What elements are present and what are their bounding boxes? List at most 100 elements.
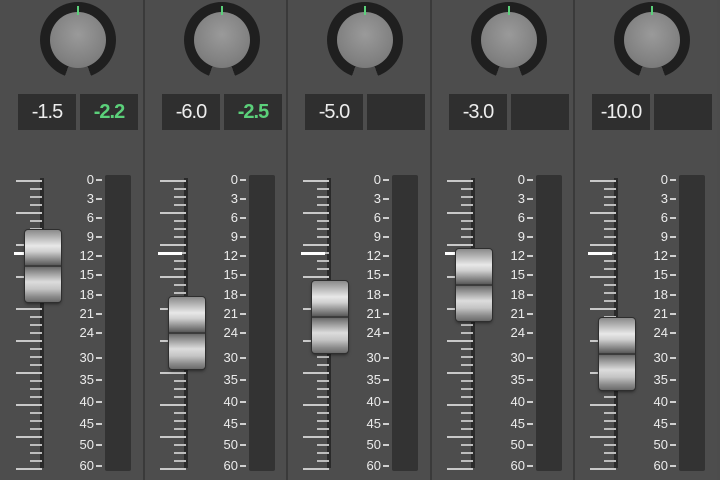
- fader-scale-tick: [174, 292, 186, 294]
- fader-scale-tick: [174, 452, 186, 454]
- fader-scale-tick: [303, 212, 329, 214]
- volume-readout[interactable]: -6.0: [162, 94, 220, 130]
- scale-dash: [240, 198, 246, 200]
- fader-scale-tick: [174, 188, 186, 190]
- scale-label: 30: [68, 351, 94, 365]
- scale-dash: [96, 179, 102, 181]
- scale-label-text: 30: [510, 350, 525, 365]
- pan-knob-icon[interactable]: [327, 2, 403, 78]
- knob-indicator: [508, 6, 510, 15]
- scale-dash: [240, 255, 246, 257]
- scale-label: 9: [355, 230, 381, 244]
- scale-label-text: 50: [223, 437, 238, 452]
- scale-label: 24: [499, 326, 525, 340]
- scale-dash: [383, 198, 389, 200]
- scale-dash: [96, 357, 102, 359]
- pan-knob-icon[interactable]: [184, 2, 260, 78]
- scale-label: 21: [642, 307, 668, 321]
- fader-scale-tick: [160, 372, 186, 374]
- scale-dash: [670, 274, 676, 276]
- volume-readout[interactable]: -1.5: [18, 94, 76, 130]
- fader-scale-tick: [16, 372, 42, 374]
- fader-scale-tick: [461, 332, 473, 334]
- fader-scale-tick: [461, 348, 473, 350]
- fader-scale-tick: [174, 420, 186, 422]
- volume-readout[interactable]: -5.0: [305, 94, 363, 130]
- scale-label-text: 18: [510, 287, 525, 302]
- scale-label-text: 30: [653, 350, 668, 365]
- fader-scale-tick: [317, 452, 329, 454]
- volume-fader[interactable]: [456, 249, 492, 321]
- fader-scale-tick: [30, 380, 42, 382]
- unity-gain-mark: [588, 252, 612, 255]
- fader-scale-tick: [461, 204, 473, 206]
- volume-readout[interactable]: -10.0: [592, 94, 650, 130]
- fader-scale-tick: [303, 404, 329, 406]
- fader-scale-tick: [174, 228, 186, 230]
- scale-label: 24: [642, 326, 668, 340]
- scale-dash: [670, 444, 676, 446]
- scale-dash: [96, 294, 102, 296]
- scale-label-text: 9: [86, 229, 94, 244]
- scale-label: 50: [355, 438, 381, 452]
- scale-dash: [240, 444, 246, 446]
- fader-scale-tick: [604, 196, 616, 198]
- fader-scale-tick: [30, 452, 42, 454]
- fader-scale-tick: [604, 428, 616, 430]
- scale-label-text: 30: [79, 350, 94, 365]
- scale-label-text: 18: [79, 287, 94, 302]
- scale-dash: [670, 198, 676, 200]
- scale-dash: [96, 332, 102, 334]
- scale-dash: [383, 444, 389, 446]
- peak-readout[interactable]: -2.2: [80, 94, 138, 130]
- scale-label-text: 0: [86, 172, 94, 187]
- volume-fader[interactable]: [312, 281, 348, 353]
- scale-label-text: 45: [653, 416, 668, 431]
- fader-scale-tick: [174, 388, 186, 390]
- fader-scale-tick: [174, 260, 186, 262]
- fader-scale-tick: [30, 396, 42, 398]
- scale-label-text: 50: [653, 437, 668, 452]
- pan-knob-icon[interactable]: [40, 2, 116, 78]
- scale-label-text: 40: [510, 394, 525, 409]
- scale-dash: [383, 274, 389, 276]
- volume-fader[interactable]: [599, 318, 635, 390]
- strip-divider: [143, 0, 145, 480]
- scale-label-text: 24: [223, 325, 238, 340]
- scale-label: 9: [642, 230, 668, 244]
- fader-scale-tick: [590, 276, 616, 278]
- peak-readout[interactable]: [654, 94, 712, 130]
- fader-scale-tick: [174, 380, 186, 382]
- scale-label-text: 6: [86, 210, 94, 225]
- peak-readout[interactable]: [511, 94, 569, 130]
- scale-label-text: 9: [660, 229, 668, 244]
- scale-label: 0: [642, 173, 668, 187]
- scale-dash: [240, 465, 246, 467]
- fader-scale-tick: [461, 420, 473, 422]
- scale-label-text: 21: [366, 306, 381, 321]
- scale-label: 15: [212, 268, 238, 282]
- pan-knob-icon[interactable]: [471, 2, 547, 78]
- scale-label: 21: [212, 307, 238, 321]
- scale-dash: [527, 236, 533, 238]
- fader-scale-tick: [174, 412, 186, 414]
- fader-scale-tick: [447, 372, 473, 374]
- volume-readout[interactable]: -3.0: [449, 94, 507, 130]
- scale-label-text: 3: [230, 191, 238, 206]
- scale-dash: [240, 236, 246, 238]
- fader-scale-tick: [461, 324, 473, 326]
- knob-indicator: [651, 6, 653, 15]
- fader-scale-tick: [604, 420, 616, 422]
- fader-scale-tick: [461, 380, 473, 382]
- pan-knob-icon[interactable]: [614, 2, 690, 78]
- fader-scale-tick: [604, 444, 616, 446]
- scale-dash: [670, 465, 676, 467]
- peak-readout[interactable]: -2.5: [224, 94, 282, 130]
- volume-fader[interactable]: [25, 230, 61, 302]
- fader-scale-tick: [174, 284, 186, 286]
- fader-scale-tick: [604, 188, 616, 190]
- fader-scale-tick: [461, 356, 473, 358]
- scale-dash: [240, 294, 246, 296]
- peak-readout[interactable]: [367, 94, 425, 130]
- volume-fader[interactable]: [169, 297, 205, 369]
